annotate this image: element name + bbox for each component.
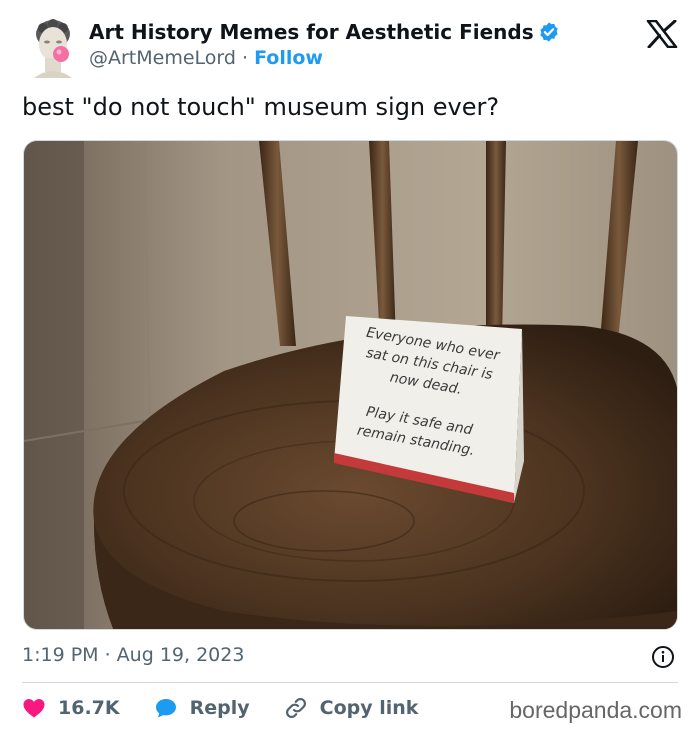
verified-badge-icon [538,21,560,43]
copy-link-button[interactable]: Copy link [284,696,419,720]
name-row: Art History Memes for Aesthetic Fiends [89,20,560,44]
copy-link-label: Copy link [319,697,419,719]
tweet-header: Art History Memes for Aesthetic Fiends @… [0,0,700,90]
handle[interactable]: @ArtMemeLord [89,47,236,69]
statue-avatar[interactable] [26,16,80,78]
separator: · [242,47,249,69]
watermark: boredpanda.com [509,697,682,723]
photo-chair-with-sign: Everyone who ever sat on this chair is n… [24,141,677,629]
display-name[interactable]: Art History Memes for Aesthetic Fiends [89,20,534,44]
reply-button[interactable]: Reply [154,696,250,720]
tweet-text: best "do not touch" museum sign ever? [22,93,500,121]
info-icon[interactable] [651,645,675,669]
tweet-photo[interactable]: Everyone who ever sat on this chair is n… [23,140,678,630]
like-button[interactable]: 16.7K [22,696,120,720]
follow-button[interactable]: Follow [254,47,323,69]
action-bar: 16.7K Reply Copy link [22,692,452,724]
like-count: 16.7K [58,697,120,719]
heart-icon [23,699,45,718]
link-icon [285,697,306,719]
reply-bubble-icon [155,699,176,718]
x-logo-icon[interactable] [646,19,678,49]
tweet-timestamp[interactable]: 1:19 PM · Aug 19, 2023 [22,644,244,666]
divider [22,682,678,683]
handle-row: @ArtMemeLord · Follow [89,47,323,69]
reply-label: Reply [189,697,250,719]
